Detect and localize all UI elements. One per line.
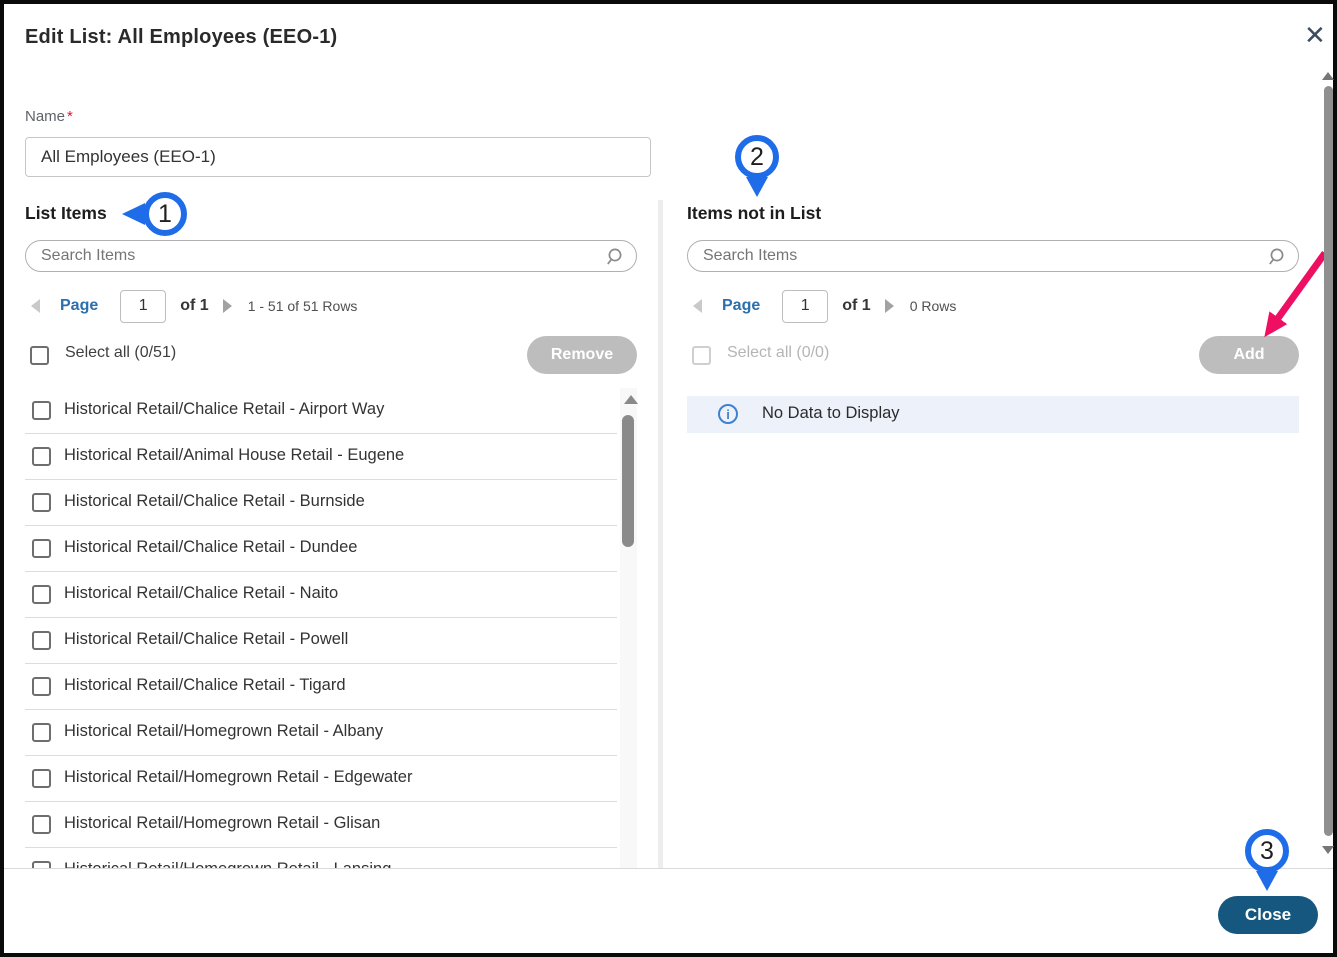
item-label: Historical Retail/Chalice Retail - Naito bbox=[64, 584, 339, 602]
panel-divider bbox=[658, 200, 663, 868]
table-row[interactable]: Historical Retail/Chalice Retail - Burns… bbox=[25, 480, 617, 526]
table-row[interactable]: Historical Retail/Homegrown Retail - Edg… bbox=[25, 756, 617, 802]
table-row[interactable]: Historical Retail/Chalice Retail - Powel… bbox=[25, 618, 617, 664]
of-label: of 1 bbox=[180, 297, 209, 314]
no-data-message: No Data to Display bbox=[762, 404, 900, 422]
pagination-right: Page of 1 0 Rows bbox=[693, 289, 956, 323]
page-scroll-up-icon[interactable] bbox=[1322, 72, 1334, 80]
no-data-banner: i No Data to Display bbox=[687, 396, 1299, 433]
search-icon[interactable] bbox=[606, 247, 626, 267]
search-input[interactable] bbox=[41, 242, 601, 270]
name-label-text: Name bbox=[25, 108, 66, 125]
item-checkbox[interactable] bbox=[32, 401, 51, 420]
annotation-step-2-pointer-icon bbox=[746, 177, 768, 197]
page-input[interactable] bbox=[120, 289, 167, 323]
table-row[interactable]: Historical Retail/Chalice Retail - Airpo… bbox=[25, 388, 617, 434]
table-row[interactable]: Historical Retail/Animal House Retail - … bbox=[25, 434, 617, 480]
select-all-checkbox[interactable] bbox=[692, 346, 711, 365]
page-scrollbar-thumb[interactable] bbox=[1324, 86, 1333, 836]
page-label: Page bbox=[60, 297, 99, 314]
items-not-in-list-heading: Items not in List bbox=[687, 203, 822, 223]
item-label: Historical Retail/Homegrown Retail - Alb… bbox=[64, 722, 384, 740]
name-label: Name * bbox=[25, 108, 73, 125]
item-label: Historical Retail/Chalice Retail - Powel… bbox=[64, 630, 349, 648]
annotation-step-1-pointer-icon bbox=[122, 203, 145, 225]
item-checkbox[interactable] bbox=[32, 585, 51, 604]
list-items-panel: List Items Page of 1 1 - 51 of 51 Rows S… bbox=[25, 203, 638, 869]
page-input[interactable] bbox=[782, 289, 829, 323]
table-row[interactable]: Historical Retail/Homegrown Retail - Gli… bbox=[25, 802, 617, 848]
select-all-row-right: Select all (0/0) Add bbox=[687, 336, 1299, 374]
remove-button[interactable]: Remove bbox=[527, 336, 637, 374]
item-checkbox[interactable] bbox=[32, 493, 51, 512]
item-label: Historical Retail/Chalice Retail - Tigar… bbox=[64, 676, 346, 694]
page-scroll-down-icon[interactable] bbox=[1322, 846, 1334, 854]
item-checkbox[interactable] bbox=[32, 447, 51, 466]
item-checkbox[interactable] bbox=[32, 815, 51, 834]
scroll-up-icon[interactable] bbox=[624, 395, 638, 404]
table-row[interactable]: Historical Retail/Chalice Retail - Naito bbox=[25, 572, 617, 618]
list-items-heading: List Items bbox=[25, 203, 107, 223]
info-icon: i bbox=[718, 404, 738, 424]
close-button[interactable]: Close bbox=[1218, 896, 1318, 934]
list-scrollbar-thumb[interactable] bbox=[622, 415, 634, 547]
next-page-icon[interactable] bbox=[222, 299, 232, 313]
select-all-label: Select all (0/0) bbox=[727, 344, 830, 361]
annotation-step-3: 3 bbox=[1245, 829, 1289, 873]
annotation-arrow-icon bbox=[1264, 250, 1328, 338]
item-checkbox[interactable] bbox=[32, 861, 51, 868]
list-items-list: Historical Retail/Chalice Retail - Airpo… bbox=[25, 388, 617, 868]
item-label: Historical Retail/Animal House Retail - … bbox=[64, 446, 405, 464]
page-label: Page bbox=[722, 297, 761, 314]
item-label: Historical Retail/Chalice Retail - Burns… bbox=[64, 492, 365, 510]
item-checkbox[interactable] bbox=[32, 539, 51, 558]
search-input[interactable] bbox=[703, 242, 1263, 270]
close-icon[interactable]: ✕ bbox=[1304, 20, 1326, 51]
table-row[interactable]: Historical Retail/Homegrown Retail - Lan… bbox=[25, 848, 617, 868]
rows-count: 0 Rows bbox=[909, 298, 957, 314]
select-all-row-left: Select all (0/51) Remove bbox=[25, 336, 637, 374]
prev-page-icon[interactable] bbox=[31, 299, 40, 313]
item-label: Historical Retail/Homegrown Retail - Gli… bbox=[64, 814, 381, 832]
edit-list-dialog: Edit List: All Employees (EEO-1) ✕ Name *… bbox=[0, 0, 1337, 957]
select-all-checkbox[interactable] bbox=[30, 346, 49, 365]
item-label: Historical Retail/Homegrown Retail - Edg… bbox=[64, 768, 413, 786]
rows-count: 1 - 51 of 51 Rows bbox=[247, 298, 358, 314]
annotation-step-2: 2 bbox=[735, 135, 779, 179]
item-label: Historical Retail/Chalice Retail - Dunde… bbox=[64, 538, 358, 556]
page-title: Edit List: All Employees (EEO-1) bbox=[25, 26, 338, 48]
items-not-in-list-panel: Items not in List Page of 1 0 Rows Selec… bbox=[687, 203, 1299, 869]
item-checkbox[interactable] bbox=[32, 677, 51, 696]
item-label: Historical Retail/Chalice Retail - Airpo… bbox=[64, 400, 385, 418]
item-checkbox[interactable] bbox=[32, 631, 51, 650]
name-field[interactable] bbox=[25, 137, 651, 177]
required-asterisk: * bbox=[67, 108, 73, 125]
item-checkbox[interactable] bbox=[32, 723, 51, 742]
item-label: Historical Retail/Homegrown Retail - Lan… bbox=[64, 860, 391, 868]
prev-page-icon[interactable] bbox=[693, 299, 702, 313]
annotation-step-3-pointer-icon bbox=[1256, 871, 1278, 891]
list-items-search bbox=[25, 240, 637, 272]
of-label: of 1 bbox=[842, 297, 871, 314]
pagination-left: Page of 1 1 - 51 of 51 Rows bbox=[31, 289, 357, 323]
footer-divider bbox=[4, 868, 1333, 869]
select-all-label: Select all (0/51) bbox=[65, 344, 177, 361]
next-page-icon[interactable] bbox=[884, 299, 894, 313]
table-row[interactable]: Historical Retail/Homegrown Retail - Alb… bbox=[25, 710, 617, 756]
items-not-in-list-search bbox=[687, 240, 1299, 272]
annotation-step-1: 1 bbox=[143, 192, 187, 236]
table-row[interactable]: Historical Retail/Chalice Retail - Tigar… bbox=[25, 664, 617, 710]
table-row[interactable]: Historical Retail/Chalice Retail - Dunde… bbox=[25, 526, 617, 572]
item-checkbox[interactable] bbox=[32, 769, 51, 788]
